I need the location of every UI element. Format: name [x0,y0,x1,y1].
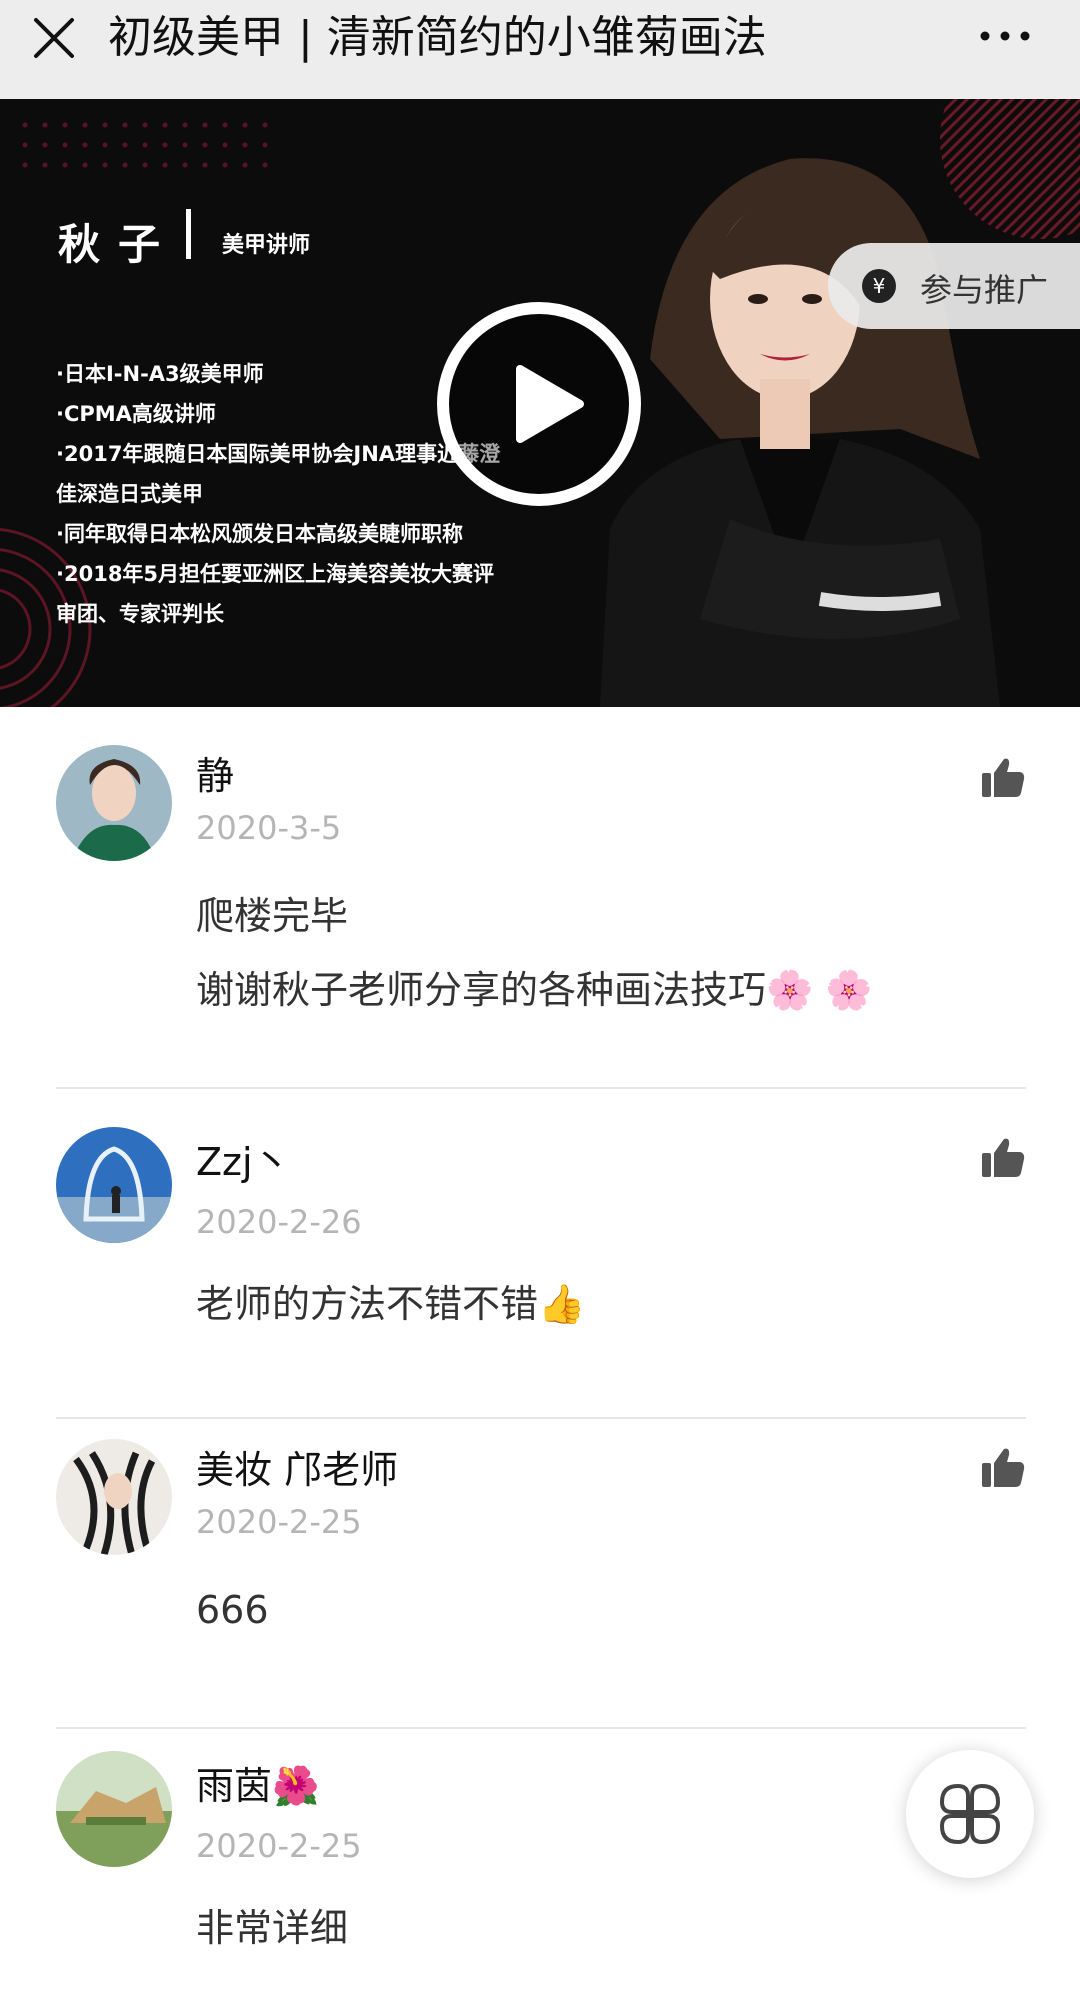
promote-button[interactable]: ¥ 参与推广 [828,243,1080,329]
avatar[interactable] [56,1439,172,1555]
comment-author: 雨茵🌺 [196,1764,320,1808]
yen-icon: ¥ [862,269,896,303]
close-icon[interactable] [30,14,78,62]
play-icon [437,302,641,506]
thumbs-up-icon[interactable] [980,755,1026,801]
grid-menu-icon [939,1783,1001,1845]
comment-text-line: 老师的方法不错不错👍 [196,1282,586,1326]
avatar[interactable] [56,745,172,861]
teacher-name: 秋子 [58,220,179,269]
floating-menu-button[interactable] [906,1750,1034,1878]
thumbs-up-icon[interactable] [980,1135,1026,1181]
video-banner[interactable]: 秋子 美甲讲师 ·日本I-N-A3级美甲师 ·CPMA高级讲师 ·2017年跟随… [0,99,1080,707]
page-title: 初级美甲 | 清新简约的小雏菊画法 [108,12,767,63]
avatar[interactable] [56,1127,172,1243]
comment-item: 美妆 邝老师 2020-2-25 666 [56,1439,1026,1729]
comment-date: 2020-2-25 [196,1503,362,1541]
comment-author: 静 [196,754,235,798]
avatar[interactable] [56,1751,172,1867]
name-divider [186,209,191,259]
comment-item: 雨茵🌺 2020-2-25 非常详细 [56,1751,1026,1991]
comment-date: 2020-2-25 [196,1827,362,1865]
more-icon[interactable] [975,14,1035,58]
top-bar: 初级美甲 | 清新简约的小雏菊画法 [0,0,1080,99]
play-button[interactable] [434,299,644,509]
comment-author: Zzj丶 [196,1140,291,1184]
comment-text-line: 666 [196,1588,269,1632]
comment-item: 静 2020-3-5 爬楼完毕 谢谢秋子老师分享的各种画法技巧🌸 🌸 [56,745,1026,1089]
decor-dots [22,122,268,168]
bio-line: ·同年取得日本松风颁发日本高级美睫师职称 [56,522,463,546]
comment-date: 2020-2-26 [196,1203,362,1241]
comment-item: Zzj丶 2020-2-26 老师的方法不错不错👍 [56,1127,1026,1419]
teacher-role: 美甲讲师 [222,233,311,258]
promote-label: 参与推广 [920,271,1049,309]
bio-line: 审团、专家评判长 [56,602,224,626]
bio-line: ·2018年5月担任要亚洲区上海美容美妆大赛评 [56,562,495,586]
comment-date: 2020-3-5 [196,809,342,847]
thumbs-up-icon[interactable] [980,1445,1026,1491]
comment-text-line: 爬楼完毕 [196,894,349,938]
comment-text-line: 谢谢秋子老师分享的各种画法技巧🌸 🌸 [196,968,873,1012]
comment-text-line: 非常详细 [196,1906,349,1950]
comment-author: 美妆 邝老师 [196,1448,399,1492]
